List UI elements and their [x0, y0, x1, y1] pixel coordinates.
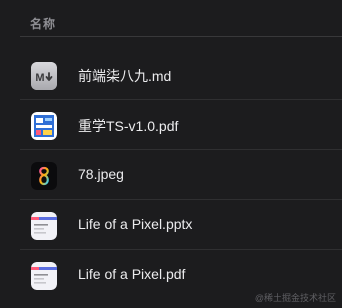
pdf-thumbnail-icon [31, 112, 57, 140]
file-list: 名称 M 前端柒八九.md 重学TS-v1.0.pdf 78.jpeg Life… [0, 0, 342, 308]
file-row-pdf-ts[interactable]: 重学TS-v1.0.pdf [0, 100, 342, 150]
name-column-header[interactable]: 名称 [30, 15, 56, 32]
file-row-markdown[interactable]: M 前端柒八九.md [0, 50, 342, 100]
file-name: 前端柒八九.md [78, 68, 172, 84]
watermark: @稀土掘金技术社区 [254, 293, 336, 303]
list-header: 名称 [0, 8, 342, 36]
svg-text:M: M [35, 72, 44, 84]
file-name: 78.jpeg [78, 166, 124, 182]
file-row-pptx[interactable]: Life of a Pixel.pptx [0, 200, 342, 250]
file-name: Life of a Pixel.pptx [78, 216, 193, 232]
markdown-file-icon: M [31, 62, 57, 90]
file-name: 重学TS-v1.0.pdf [78, 118, 179, 134]
file-name: Life of a Pixel.pdf [78, 266, 186, 282]
slides-thumbnail-icon [31, 212, 57, 240]
file-row-jpeg[interactable]: 78.jpeg [0, 150, 342, 200]
image-thumbnail-icon [31, 162, 57, 190]
header-divider [20, 36, 342, 37]
pdf-slides-thumbnail-icon [31, 262, 57, 290]
